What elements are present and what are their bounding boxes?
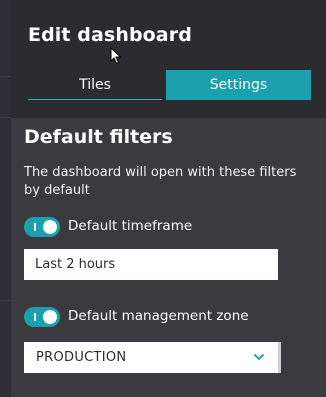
chevron-down-icon (253, 353, 265, 361)
toggle-knob (43, 220, 57, 234)
section-description: The dashboard will open with these filte… (24, 165, 297, 198)
toggle-knob (43, 310, 57, 324)
toggle-on-indicator (34, 313, 36, 321)
timeframe-field[interactable]: Last 2 hours (24, 249, 278, 280)
timeframe-value: Last 2 hours (35, 257, 116, 272)
background-page-edge (0, 0, 11, 397)
default-timeframe-label: Default timeframe (68, 218, 193, 234)
management-zone-value: PRODUCTION (36, 350, 127, 365)
management-zone-select[interactable]: PRODUCTION (24, 342, 281, 373)
tab-tiles[interactable]: Tiles (28, 70, 162, 100)
section-title: Default filters (24, 126, 173, 148)
tab-settings[interactable]: Settings (166, 70, 311, 100)
edit-dashboard-panel: Edit dashboard Tiles Settings Default fi… (11, 0, 326, 397)
toggle-on-indicator (34, 223, 36, 231)
default-timeframe-toggle[interactable] (24, 217, 60, 237)
mouse-pointer-icon (110, 47, 122, 65)
default-management-zone-toggle[interactable] (24, 307, 60, 327)
panel-title: Edit dashboard (28, 24, 192, 46)
panel-header: Edit dashboard Tiles Settings (11, 0, 326, 118)
default-management-zone-label: Default management zone (68, 308, 249, 324)
